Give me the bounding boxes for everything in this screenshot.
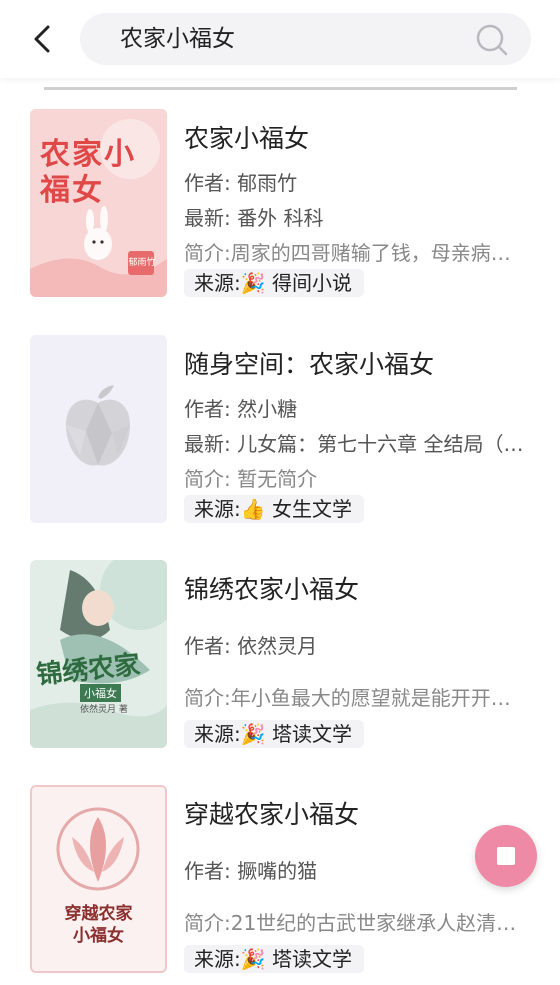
book-latest-chapter: 最新: 儿女篇：第七十六章 全结局（… (184, 432, 524, 456)
list-item[interactable]: 随身空间：农家小福女 作者: 然小糖 最新: 儿女篇：第七十六章 全结局（… 简… (0, 335, 560, 535)
cover-subtitle: 小福女 (80, 684, 121, 702)
book-title: 随身空间：农家小福女 (184, 350, 435, 379)
search-query: 农家小福女 (120, 26, 235, 52)
book-author: 作者: 然小糖 (184, 397, 298, 421)
search-icon[interactable] (475, 23, 509, 57)
top-bar: 农家小福女 (0, 0, 560, 78)
book-cover[interactable]: 穿越农家 小福女 (30, 785, 167, 973)
book-intro: 简介:年小鱼最大的愿望就是能开开… (184, 686, 511, 710)
book-author: 作者: 郁雨竹 (184, 171, 298, 195)
divider (44, 87, 517, 90)
book-intro: 简介: 暂无简介 (184, 467, 318, 491)
chevron-left-icon (34, 25, 50, 53)
cover-title: 农家小福女 (40, 137, 136, 208)
list-item[interactable]: 穿越农家 小福女 穿越农家小福女 作者: 撅嘴的猫 简介:21世纪的古武世家继承… (0, 785, 560, 985)
apple-icon (66, 385, 130, 466)
list-item[interactable]: 锦绣农家 小福女 依然灵月 著 锦绣农家小福女 作者: 依然灵月 简介:年小鱼最… (0, 560, 560, 760)
book-cover-placeholder[interactable] (30, 335, 167, 523)
book-title: 农家小福女 (184, 124, 310, 153)
cover-author: 郁雨竹 (128, 258, 156, 268)
book-source-badge: 来源:🎉 得间小说 (184, 269, 364, 297)
book-source-badge: 来源:🎉 塔读文学 (184, 945, 364, 973)
book-author: 作者: 依然灵月 (184, 634, 318, 658)
book-title: 锦绣农家小福女 (184, 575, 360, 604)
stop-icon (497, 847, 515, 865)
book-source-badge: 来源:👍 女生文学 (184, 495, 364, 523)
search-results-list: 农家小福女 郁雨竹 农家小福女 作者: 郁雨竹 最新: 番外 科科 简介:周家的… (0, 0, 560, 979)
book-intro: 简介:周家的四哥赌输了钱，母亲病… (184, 241, 511, 265)
cover-subtitle: 小福女 (73, 926, 124, 946)
stop-button[interactable] (475, 825, 537, 887)
list-item[interactable]: 农家小福女 郁雨竹 农家小福女 作者: 郁雨竹 最新: 番外 科科 简介:周家的… (0, 109, 560, 309)
book-title: 穿越农家小福女 (184, 800, 360, 829)
book-cover[interactable]: 农家小福女 郁雨竹 (30, 109, 167, 297)
book-latest-chapter: 最新: 番外 科科 (184, 206, 324, 230)
book-source-badge: 来源:🎉 塔读文学 (184, 720, 364, 748)
search-input[interactable]: 农家小福女 (80, 13, 531, 65)
book-cover[interactable]: 锦绣农家 小福女 依然灵月 著 (30, 560, 167, 748)
book-author: 作者: 撅嘴的猫 (184, 859, 318, 883)
back-button[interactable] (22, 18, 64, 60)
cover-author: 依然灵月 著 (80, 705, 128, 715)
book-intro: 简介:21世纪的古武世家继承人赵清… (184, 911, 517, 935)
